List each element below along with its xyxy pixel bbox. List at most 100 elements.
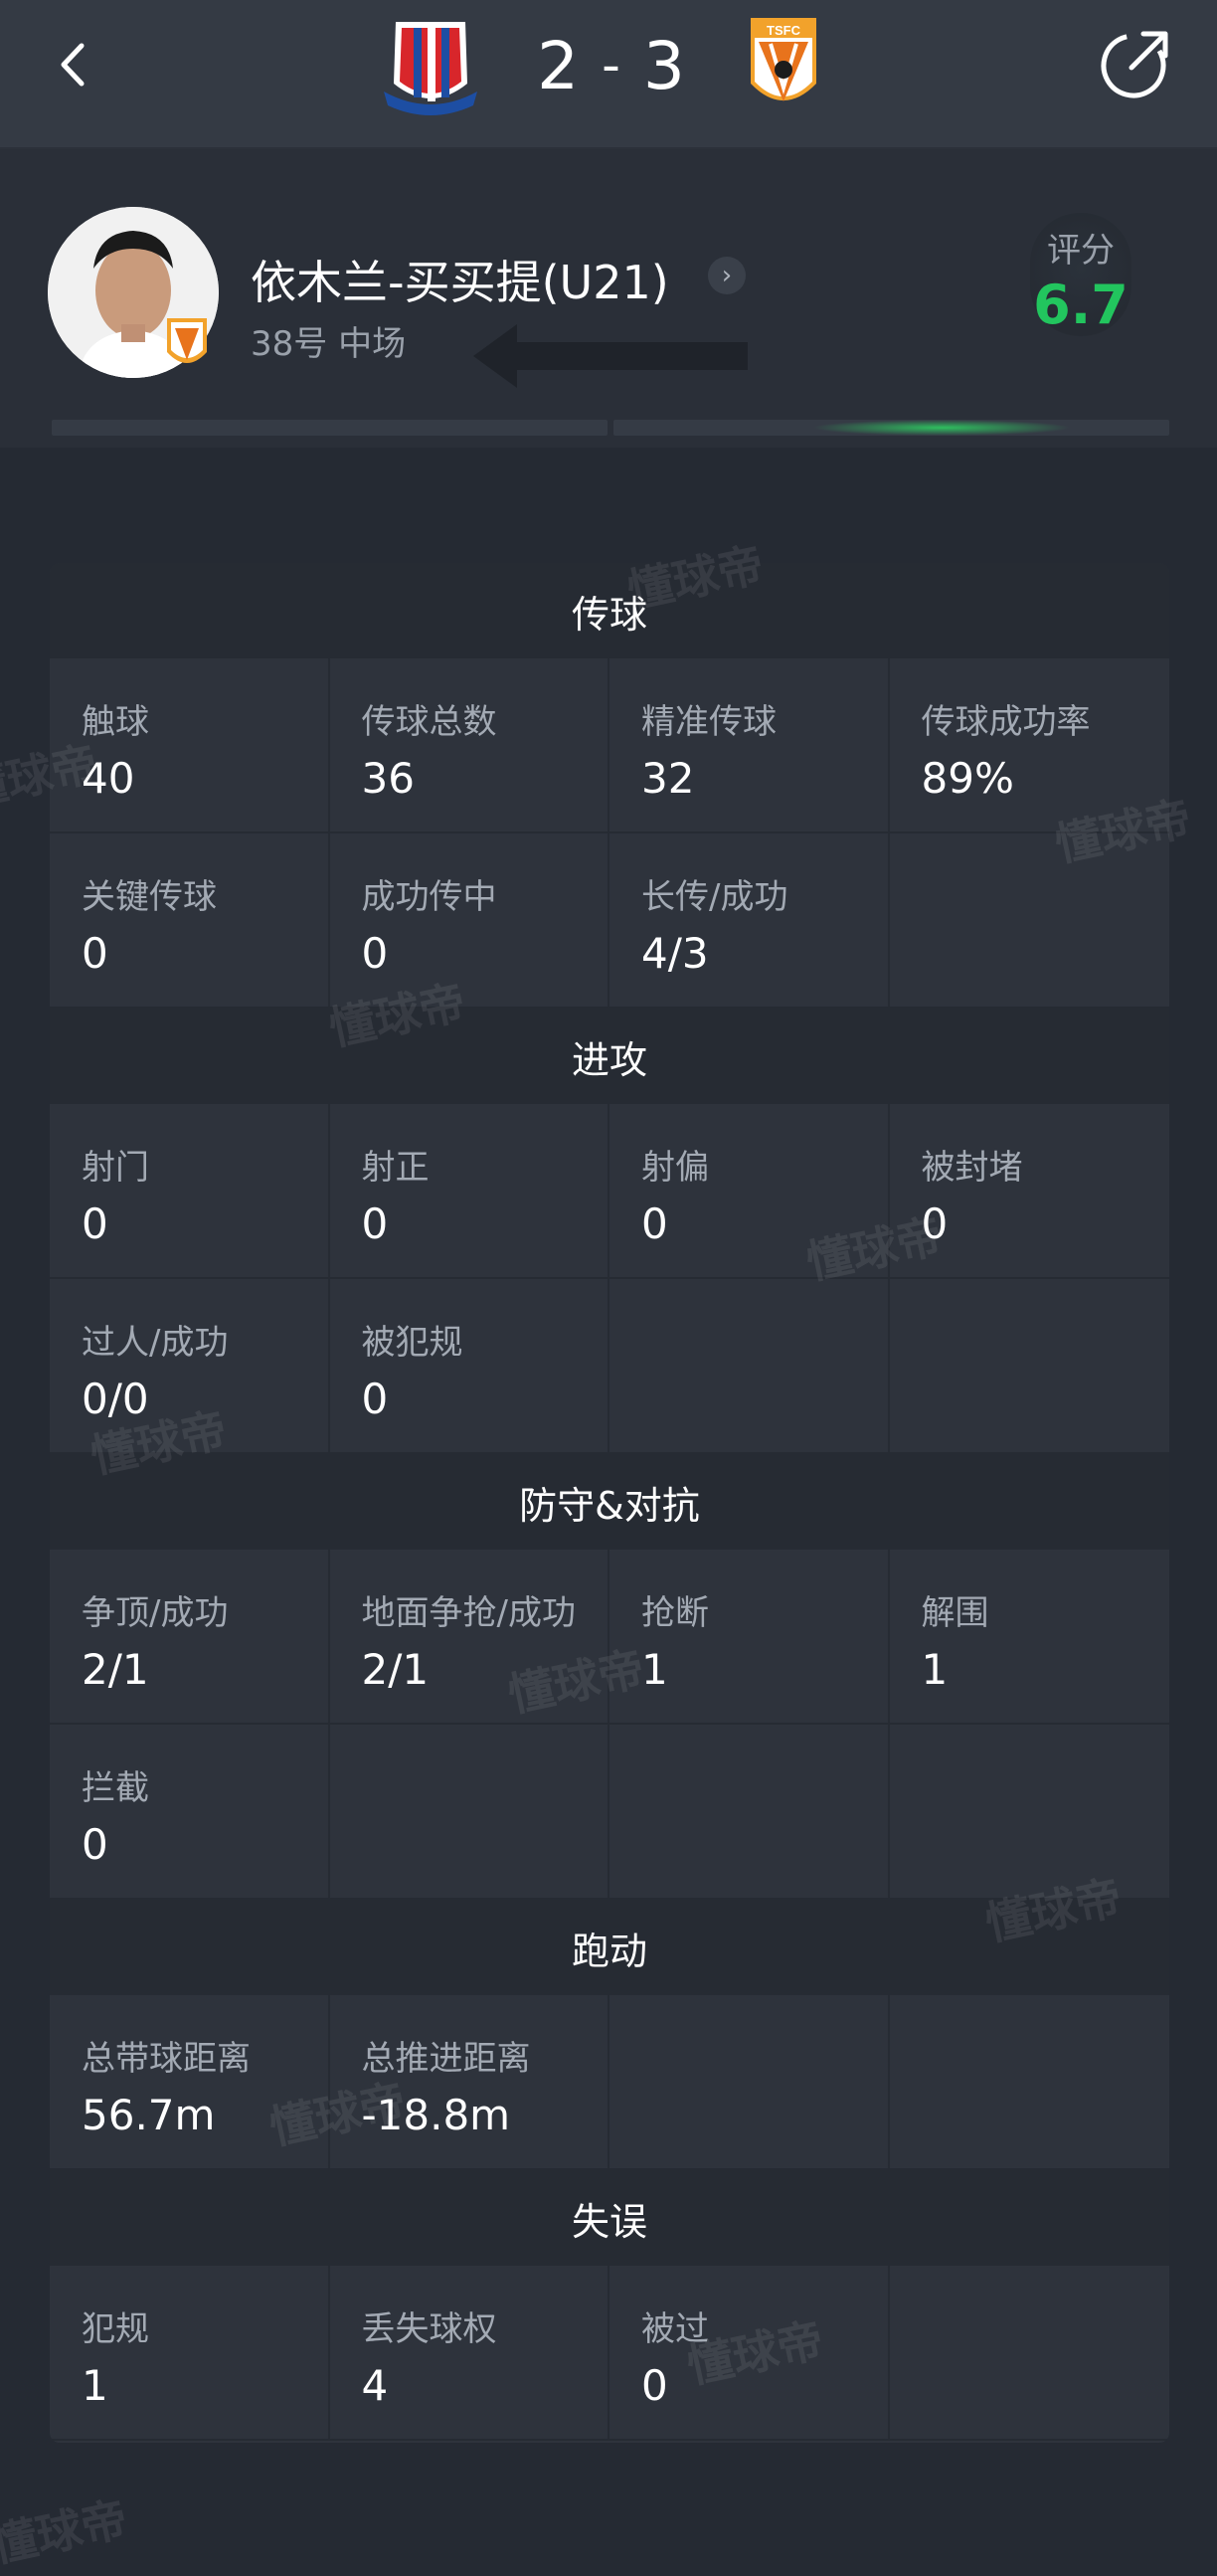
stat-value: 0 <box>82 1199 108 1248</box>
stat-value: 32 <box>641 754 695 803</box>
section-header: 防守&对抗 <box>50 1454 1169 1550</box>
stat-cell: 过人/成功 0/0 <box>50 1279 330 1454</box>
stat-label <box>922 1315 1170 1359</box>
stat-label: 传球总数 <box>361 702 497 742</box>
watermark: 懂球帝 <box>0 2491 132 2573</box>
match-header: 2 - 3 TSFC <box>0 0 1217 149</box>
stat-value: 0 <box>921 1199 949 1248</box>
rating-value: 6.7 <box>1033 274 1129 336</box>
stat-row: 犯规 1 丢失球权 4 被过 0 <box>50 2266 1169 2441</box>
stat-cell <box>329 1725 609 1900</box>
stat-label: 传球成功率 <box>921 702 1091 742</box>
stat-cell: 传球总数 36 <box>329 658 609 833</box>
stat-cell: 射正 0 <box>329 1104 609 1279</box>
share-icon[interactable] <box>1094 22 1177 105</box>
stat-label: 被封堵 <box>921 1148 1023 1188</box>
stat-row: 拦截 0 <box>50 1725 1169 1900</box>
stat-cell: 关键传球 0 <box>50 833 330 1009</box>
away-team-crest-icon[interactable]: TSFC <box>729 14 838 117</box>
stat-label: 触球 <box>82 702 149 742</box>
stat-label: 精准传球 <box>641 702 777 742</box>
section-header: 跑动 <box>50 1900 1169 1995</box>
stat-cell: 精准传球 32 <box>609 658 890 833</box>
stat-value: 2/1 <box>82 1645 149 1694</box>
stat-label: 拦截 <box>82 1768 149 1808</box>
stat-value: 1 <box>641 1645 668 1694</box>
stat-cell: 丢失球权 4 <box>329 2266 609 2441</box>
stat-row: 过人/成功 0/0 被犯规 0 <box>50 1279 1169 1454</box>
stat-value: 0 <box>641 2361 668 2410</box>
stat-label: 射门 <box>82 1148 149 1188</box>
back-arrow-icon[interactable] <box>46 30 105 99</box>
stat-cell <box>889 833 1170 1009</box>
stat-label: 射正 <box>361 1148 430 1188</box>
stat-label: 抢断 <box>641 1593 709 1633</box>
stat-cell <box>889 2266 1170 2441</box>
stat-label: 丢失球权 <box>361 2309 497 2349</box>
stat-cell: 总推进距离 -18.8m <box>329 1995 609 2170</box>
player-summary: 依木兰-买买提(U21) › 38号 中场 评分 6.7 <box>0 149 1217 448</box>
stat-label <box>641 2031 888 2075</box>
player-detail-chevron-icon[interactable]: › <box>708 257 746 294</box>
stat-label: 被犯规 <box>361 1323 463 1363</box>
stat-cell <box>889 1725 1170 1900</box>
stat-value: 2/1 <box>361 1645 430 1694</box>
stat-label: 总带球距离 <box>82 2039 251 2079</box>
away-score: 3 <box>642 27 686 104</box>
stat-label: 长传/成功 <box>641 877 788 917</box>
rating-label: 评分 <box>1047 231 1115 271</box>
away-crest-letters: TSFC <box>767 23 801 38</box>
stat-value: 36 <box>361 754 415 803</box>
stat-cell: 解围 1 <box>889 1550 1169 1725</box>
stat-row: 争顶/成功 2/1 地面争抢/成功 2/1 抢断 1 解围 1 <box>50 1550 1169 1725</box>
stat-cell: 射门 0 <box>50 1104 330 1279</box>
stat-label: 争顶/成功 <box>82 1593 229 1633</box>
match-score: 2 - 3 <box>517 26 706 105</box>
stat-label <box>641 1315 888 1359</box>
stat-label <box>922 869 1170 913</box>
stat-label: 犯规 <box>82 2309 149 2349</box>
stat-cell: 被封堵 0 <box>889 1104 1169 1279</box>
stat-cell: 总带球距离 56.7m <box>50 1995 330 2170</box>
stat-cell: 射偏 0 <box>609 1104 890 1279</box>
stat-cell: 拦截 0 <box>50 1725 330 1900</box>
stat-label <box>362 1760 608 1804</box>
stat-row: 关键传球 0 成功传中 0 长传/成功 4/3 <box>50 833 1169 1009</box>
stat-value: 0/0 <box>82 1375 149 1423</box>
section-header: 传球 <box>50 563 1169 658</box>
stat-cell: 争顶/成功 2/1 <box>50 1550 330 1725</box>
stat-cell: 抢断 1 <box>609 1550 890 1725</box>
stat-value: 40 <box>82 754 135 803</box>
section-header: 进攻 <box>50 1009 1169 1104</box>
stat-label <box>922 2301 1170 2345</box>
stat-cell <box>609 1279 890 1454</box>
stat-label: 解围 <box>921 1593 989 1633</box>
stat-cell: 成功传中 0 <box>329 833 609 1009</box>
stat-row: 总带球距离 56.7m 总推进距离 -18.8m <box>50 1995 1169 2170</box>
score-separator: - <box>602 36 621 95</box>
stat-value: 89% <box>921 754 1014 803</box>
stat-value: 56.7m <box>82 2091 216 2139</box>
stat-value: 4 <box>361 2361 389 2410</box>
team-badge-icon <box>167 318 207 363</box>
stat-cell: 长传/成功 4/3 <box>609 833 890 1009</box>
stat-cell <box>609 1725 890 1900</box>
rating-bar-left <box>52 420 608 436</box>
stat-label: 过人/成功 <box>82 1323 229 1363</box>
stat-label <box>922 2031 1170 2075</box>
stat-value: 0 <box>361 929 389 978</box>
player-name[interactable]: 依木兰-买买提(U21) <box>251 247 669 312</box>
stat-value: 0 <box>82 1820 108 1869</box>
stat-label <box>922 1760 1170 1804</box>
stat-cell <box>889 1279 1170 1454</box>
home-team-crest-icon[interactable] <box>376 14 485 117</box>
stat-cell <box>889 1995 1170 2170</box>
stat-cell: 触球 40 <box>50 658 330 833</box>
stat-value: 0 <box>641 1199 668 1248</box>
stat-cell: 地面争抢/成功 2/1 <box>329 1550 609 1725</box>
player-number-position: 38号 中场 <box>251 324 407 364</box>
stats-card: 传球 触球 40 传球总数 36 精准传球 32 传球成功率 89% 关键传球 0 成功传中 0 长传/成… <box>50 563 1169 2443</box>
stat-value: 4/3 <box>641 929 709 978</box>
rating-bar-right <box>613 420 1169 436</box>
stat-label: 地面争抢/成功 <box>361 1593 576 1633</box>
